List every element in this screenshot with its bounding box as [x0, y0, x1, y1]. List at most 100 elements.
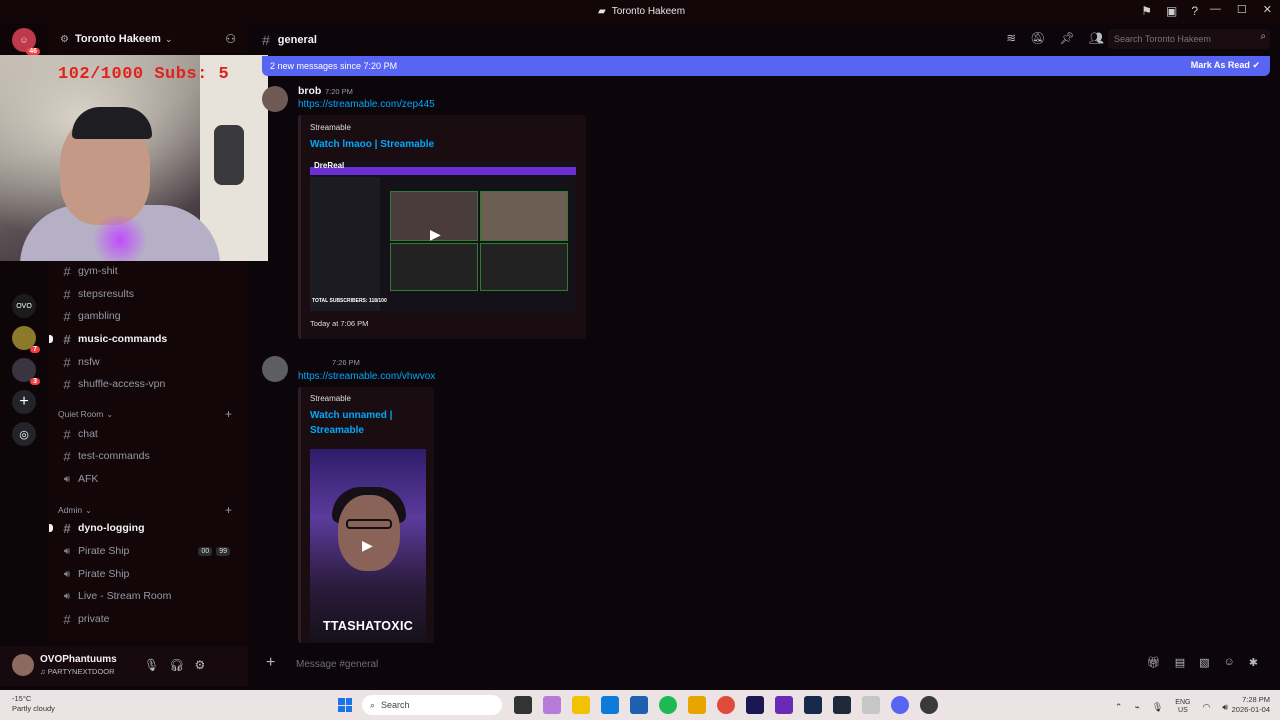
speaker-icon: 🔊︎	[63, 473, 71, 485]
search-input[interactable]	[1108, 29, 1270, 49]
gif-icon[interactable]: ▤	[1175, 656, 1185, 669]
steam-icon[interactable]	[804, 696, 822, 714]
snipping-tool-icon[interactable]	[862, 696, 880, 714]
category-quiet-room[interactable]: Quiet Room ⌄ +	[58, 407, 242, 421]
channel-shuffle-access-vpn[interactable]: # shuffle-access-vpn	[58, 374, 242, 394]
inbox-icon[interactable]: ▣	[1166, 4, 1177, 18]
channel-test-commands[interactable]: # test-commands	[58, 446, 242, 466]
channel-gambling[interactable]: # gambling	[58, 306, 242, 326]
norton-icon[interactable]	[688, 696, 706, 714]
attach-plus-icon[interactable]: +	[266, 654, 275, 672]
chevron-down-icon: ⌄	[164, 33, 173, 44]
server-boost-icon: ⚙	[60, 33, 69, 45]
hash-icon: #	[63, 308, 71, 324]
hash-icon: #	[262, 32, 270, 48]
notifications-icon[interactable]: 🔕︎	[1030, 31, 1045, 45]
create-channel-button[interactable]: +	[225, 503, 232, 517]
server-icon-phantuums[interactable]: 3	[12, 358, 40, 385]
pinned-icon[interactable]: 📌︎	[1060, 31, 1075, 45]
embed-title[interactable]: Watch unnamed | Streamable	[310, 408, 392, 438]
home-button[interactable]: ☺ 46	[12, 28, 40, 55]
message-timestamp: 7:26 PM	[332, 358, 360, 367]
user-controls: 🎙︎ 🎧︎ ⚙	[144, 658, 205, 672]
avatar[interactable]	[12, 654, 34, 676]
message-author[interactable]: brob	[298, 85, 321, 97]
hash-icon: #	[63, 376, 71, 392]
channel-private[interactable]: # private	[58, 609, 242, 629]
avatar[interactable]	[262, 86, 288, 112]
close-button[interactable]: ✕	[1263, 3, 1272, 16]
gift-icon[interactable]: 🎁︎	[1147, 656, 1161, 669]
network-icon[interactable]: ⌁	[1134, 702, 1139, 713]
apps-icon[interactable]: ✱	[1249, 656, 1258, 669]
server-icon-ovo[interactable]: OVO	[12, 294, 36, 318]
embed-title[interactable]: Watch lmaoo | Streamable	[310, 137, 434, 152]
task-view-icon[interactable]	[514, 696, 532, 714]
maximize-button[interactable]: ☐	[1237, 3, 1247, 16]
create-channel-button[interactable]: +	[225, 407, 232, 421]
voice-channel-pirate-ship[interactable]: 🔊︎ Pirate Ship 00 99	[58, 541, 242, 561]
channel-music-commands[interactable]: # music-commands	[49, 329, 242, 349]
video-thumbnail[interactable]: DreReal ▶ TOTAL SUBSCRIBERS: 118/100	[310, 161, 576, 311]
headphones-icon[interactable]: 🎧︎	[169, 658, 184, 672]
invite-people-icon[interactable]: ⚇	[225, 32, 236, 46]
new-messages-bar[interactable]: 2 new messages since 7:20 PM Mark As Rea…	[262, 56, 1270, 76]
settings-gear-icon[interactable]: ⚙	[194, 658, 205, 672]
avatar[interactable]	[262, 356, 288, 382]
chevron-up-icon[interactable]: ⌃	[1115, 702, 1123, 713]
channel-stepsresults[interactable]: # stepsresults	[58, 284, 242, 304]
add-server-button[interactable]: +	[12, 390, 36, 414]
weather-widget[interactable]: -15°C Partly cloudy	[12, 694, 55, 714]
calculator-icon[interactable]	[630, 696, 648, 714]
flag-icon[interactable]: ⚑	[1141, 4, 1152, 18]
microphone-icon[interactable]: 🎙︎	[144, 658, 159, 672]
channel-chat[interactable]: # chat	[58, 424, 242, 444]
webcam-overlay: 102/1000 Subs: 5	[0, 55, 268, 261]
embed-provider: Streamable	[310, 394, 351, 403]
copilot-icon[interactable]	[543, 696, 561, 714]
taskbar-apps	[514, 696, 938, 714]
emoji-icon[interactable]: ☺	[1224, 656, 1235, 669]
file-explorer-icon[interactable]	[572, 696, 590, 714]
members-icon[interactable]: 👥︎	[1089, 31, 1104, 45]
edge-icon[interactable]	[601, 696, 619, 714]
language-indicator[interactable]: ENG US	[1175, 699, 1190, 715]
play-icon[interactable]: ▶	[430, 226, 441, 243]
play-icon[interactable]: ▶	[362, 537, 373, 554]
wifi-icon[interactable]: ◠	[1202, 702, 1210, 713]
message-input[interactable]	[296, 654, 996, 674]
message-link[interactable]: https://streamable.com/zep445	[298, 99, 435, 110]
microphone-icon[interactable]: 🎙︎	[1152, 702, 1163, 713]
server-header[interactable]: ⚙ Toronto Hakeem ⌄ ⚇	[48, 24, 248, 54]
discord-taskbar-icon[interactable]	[891, 696, 909, 714]
hash-icon: #	[63, 286, 71, 302]
category-admin[interactable]: Admin ⌄ +	[58, 503, 242, 517]
message-link[interactable]: https://streamable.com/vhwvox	[298, 371, 435, 382]
channel-dyno-logging[interactable]: # dyno-logging	[49, 518, 242, 538]
discover-button[interactable]: ◎	[12, 422, 36, 446]
voice-channel-live-stream-room[interactable]: 🔊︎ Live - Stream Room	[58, 586, 242, 606]
taskbar-search[interactable]: ⌕ Search	[362, 695, 502, 715]
channel-nsfw[interactable]: # nsfw	[58, 352, 242, 372]
channel-gym-shit[interactable]: # gym-shit	[58, 261, 242, 281]
threads-icon[interactable]: ≋	[1006, 31, 1016, 45]
minimize-button[interactable]: —	[1210, 3, 1221, 16]
premiere-icon[interactable]	[746, 696, 764, 714]
voice-channel-afk[interactable]: 🔊︎ AFK	[58, 469, 242, 489]
app-icon[interactable]	[833, 696, 851, 714]
thumbnail-label: DreReal	[314, 161, 345, 170]
mark-as-read-button[interactable]: Mark As Read ✔	[1191, 60, 1260, 71]
chrome-icon[interactable]	[717, 696, 735, 714]
chevron-down-icon: ⌄	[85, 505, 92, 515]
clock[interactable]: 7:28 PM 2026-01-04	[1232, 695, 1270, 715]
voice-channel-pirate-ship-2[interactable]: 🔊︎ Pirate Ship	[58, 564, 242, 584]
obs-icon[interactable]	[920, 696, 938, 714]
video-thumbnail[interactable]: ▶ TTASHATOXIC	[310, 449, 426, 643]
server-icon-character[interactable]: 7	[12, 326, 40, 353]
volume-icon[interactable]: 🔊︎	[1222, 702, 1228, 713]
nzxt-icon[interactable]	[775, 696, 793, 714]
help-icon[interactable]: ?	[1191, 4, 1198, 18]
spotify-icon[interactable]	[659, 696, 677, 714]
sticker-icon[interactable]: ▧	[1199, 656, 1209, 669]
windows-start-icon[interactable]	[338, 698, 352, 712]
